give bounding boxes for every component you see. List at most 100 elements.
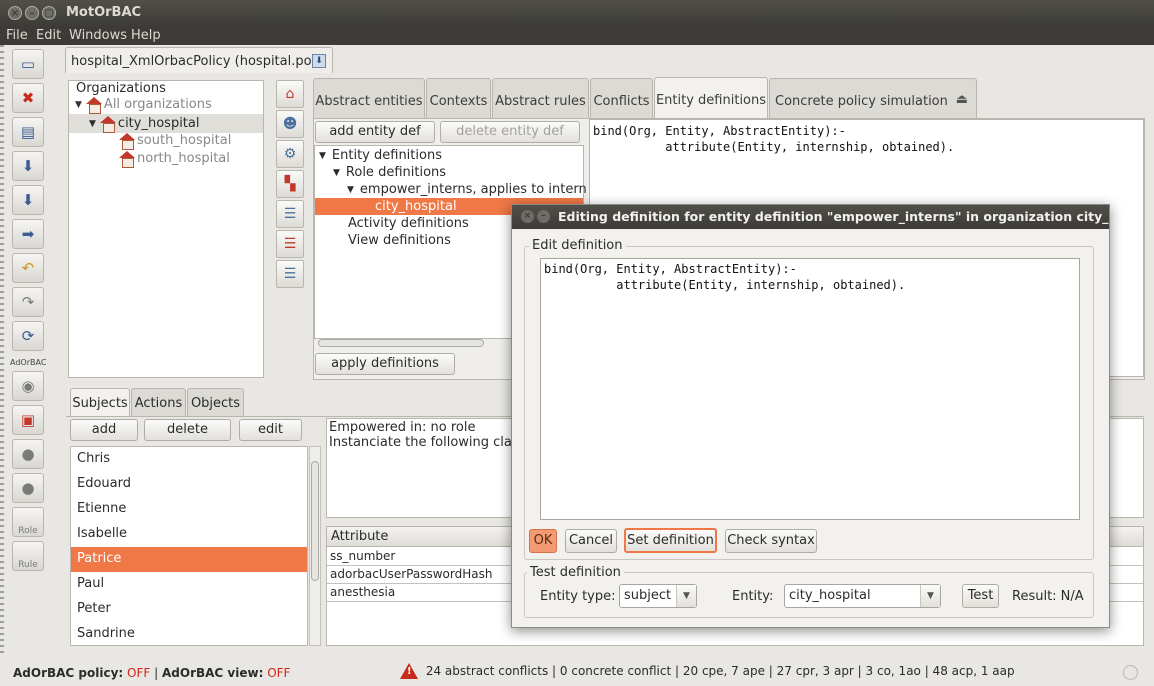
list-item[interactable]: Isabelle (71, 522, 307, 547)
add-entity-def-button[interactable]: add entity def (315, 121, 435, 143)
tree-role-definitions[interactable]: ▼ Role definitions (333, 165, 446, 180)
undo-icon[interactable]: ↶ (12, 253, 44, 283)
tab-conflicts[interactable]: Conflicts (590, 78, 653, 118)
test-button[interactable]: Test (962, 584, 999, 608)
policy-status: OFF (127, 666, 151, 680)
scrollbar-thumb[interactable] (318, 339, 484, 347)
maximize-window-icon[interactable]: □ (42, 6, 56, 20)
delete-subject-button[interactable]: delete (144, 419, 231, 441)
tab-entity-definitions[interactable]: Entity definitions (654, 77, 768, 119)
admin-user-icon[interactable]: ● (12, 439, 44, 469)
new-policy-icon[interactable]: ▭ (12, 49, 44, 79)
refresh-icon[interactable]: ⟳ (12, 321, 44, 351)
editor-code-line-1: bind(Org, Entity, AbstractEntity):- (544, 262, 797, 276)
edit-definition-legend: Edit definition (529, 238, 626, 253)
list-item-selected[interactable]: Patrice (71, 547, 307, 572)
organizations-panel: Organizations ▼ All organizations ▼ city… (68, 80, 264, 378)
definition-editor[interactable]: bind(Org, Entity, AbstractEntity):- attr… (540, 258, 1080, 520)
role-admin-icon[interactable]: Role (12, 507, 44, 537)
chevron-down-icon[interactable]: ▼ (676, 585, 696, 607)
dialog-minimize-icon[interactable]: – (537, 210, 550, 223)
list-item[interactable]: Etienne (71, 497, 307, 522)
org-north-hospital[interactable]: north_hospital (119, 151, 230, 168)
close-window-icon[interactable]: × (8, 6, 22, 20)
minimize-window-icon[interactable]: – (25, 6, 39, 20)
policy-document-tab[interactable]: hospital_XmlOrbacPolicy (hospital.pof) ⬇ (65, 47, 333, 73)
menu-file[interactable]: File (6, 28, 28, 43)
menubar: File Edit Windows Help (0, 27, 1154, 45)
tab-contexts[interactable]: Contexts (426, 78, 491, 118)
admin-group-icon[interactable]: ● (12, 473, 44, 503)
adorbac-policy-icon[interactable]: ▣ (12, 405, 44, 435)
house-icon (119, 151, 135, 168)
tab-subjects[interactable]: Subjects (70, 388, 130, 416)
cancel-button[interactable]: Cancel (565, 529, 617, 553)
export-icon[interactable]: ➡ (12, 219, 44, 249)
tab-concrete-policy-simulation[interactable]: Concrete policy simulation ⏏ (769, 78, 977, 118)
tree-empower-interns[interactable]: ▼ empower_interns, applies to intern (c (347, 182, 603, 197)
set-definition-button[interactable]: Set definition (624, 528, 717, 553)
prohibitions-icon[interactable]: ☰ (276, 230, 304, 258)
tab-abstract-entities[interactable]: Abstract entities (313, 78, 425, 118)
house-icon (119, 133, 135, 150)
entity-type-select[interactable]: subject ▼ (619, 584, 697, 608)
open-folder-icon[interactable]: ▤ (12, 117, 44, 147)
status-separator: | (154, 666, 159, 680)
org-south-hospital[interactable]: south_hospital (119, 133, 231, 150)
tree-entity-definitions[interactable]: ▼ Entity definitions (319, 148, 442, 163)
org-city-hospital[interactable]: ▼ city_hospital (69, 114, 263, 133)
obligations-icon[interactable]: ☰ (276, 260, 304, 288)
redo-icon[interactable]: ↷ (12, 287, 44, 317)
expand-arrow-icon[interactable]: ▼ (89, 119, 96, 129)
policy-document-title: hospital_XmlOrbacPolicy (hospital.pof) (71, 54, 322, 69)
menu-windows[interactable]: Windows (69, 28, 127, 43)
rules-icon[interactable]: ☰ (276, 200, 304, 228)
eject-icon[interactable]: ⏏ (956, 92, 968, 107)
view-label: AdOrBAC view: (162, 666, 264, 680)
preview-code-line-1: bind(Org, Entity, AbstractEntity):- (593, 124, 846, 138)
adorbac-view-icon[interactable]: ◉ (12, 371, 44, 401)
organization-icon[interactable]: ⌂ (276, 80, 304, 108)
rule-admin-icon[interactable]: Rule (12, 541, 44, 571)
check-syntax-button[interactable]: Check syntax (725, 529, 817, 553)
expand-arrow-icon[interactable]: ▼ (347, 185, 354, 195)
tab-abstract-rules[interactable]: Abstract rules (492, 78, 589, 118)
close-policy-icon[interactable]: ✖ (12, 83, 44, 113)
list-item[interactable]: Edouard (71, 472, 307, 497)
scrollbar-thumb[interactable] (311, 461, 319, 581)
expand-arrow-icon[interactable]: ▼ (333, 168, 340, 178)
edit-subject-button[interactable]: edit (239, 419, 302, 441)
subjects-scrollbar[interactable] (309, 446, 321, 646)
expand-arrow-icon[interactable]: ▼ (75, 100, 82, 110)
entity-label: Entity: (732, 589, 774, 604)
activities-icon[interactable]: ⚙ (276, 140, 304, 168)
save-as-icon[interactable]: ⬇ (12, 185, 44, 215)
org-all[interactable]: ▼ All organizations (75, 97, 212, 114)
tab-actions[interactable]: Actions (131, 388, 186, 416)
editor-code-line-2: attribute(Entity, internship, obtained). (544, 278, 906, 292)
list-item[interactable]: Paul (71, 572, 307, 597)
roles-icon[interactable]: ☻ (276, 110, 304, 138)
apply-definitions-button[interactable]: apply definitions (315, 353, 455, 375)
menu-edit[interactable]: Edit (36, 28, 61, 43)
dialog-close-icon[interactable]: × (521, 210, 534, 223)
empowered-in-text: Empowered in: no role (329, 420, 476, 435)
save-icon[interactable]: ⬇ (12, 151, 44, 181)
list-item[interactable]: Peter (71, 597, 307, 622)
expand-arrow-icon[interactable]: ▼ (319, 151, 326, 161)
list-item[interactable]: Sandrine (71, 622, 307, 645)
views-icon[interactable]: ▚ (276, 170, 304, 198)
delete-entity-def-button[interactable]: delete entity def (440, 121, 580, 143)
add-subject-button[interactable]: add (70, 419, 138, 441)
role-label: Role (18, 526, 38, 536)
tab-objects[interactable]: Objects (187, 388, 244, 416)
tree-view-definitions[interactable]: View definitions (348, 233, 451, 248)
menu-help[interactable]: Help (131, 28, 161, 43)
ok-button[interactable]: OK (529, 529, 557, 553)
list-item[interactable]: Chris (71, 447, 307, 472)
entity-select[interactable]: city_hospital ▼ (784, 584, 941, 608)
chevron-down-icon[interactable]: ▼ (920, 585, 940, 607)
save-document-icon[interactable]: ⬇ (312, 54, 326, 68)
main-toolbar: ▭ ✖ ▤ ⬇ ⬇ ➡ ↶ ↷ ⟳ AdOrBAC ◉ ▣ ● ● Role R… (8, 47, 56, 657)
tree-activity-definitions[interactable]: Activity definitions (348, 216, 469, 231)
